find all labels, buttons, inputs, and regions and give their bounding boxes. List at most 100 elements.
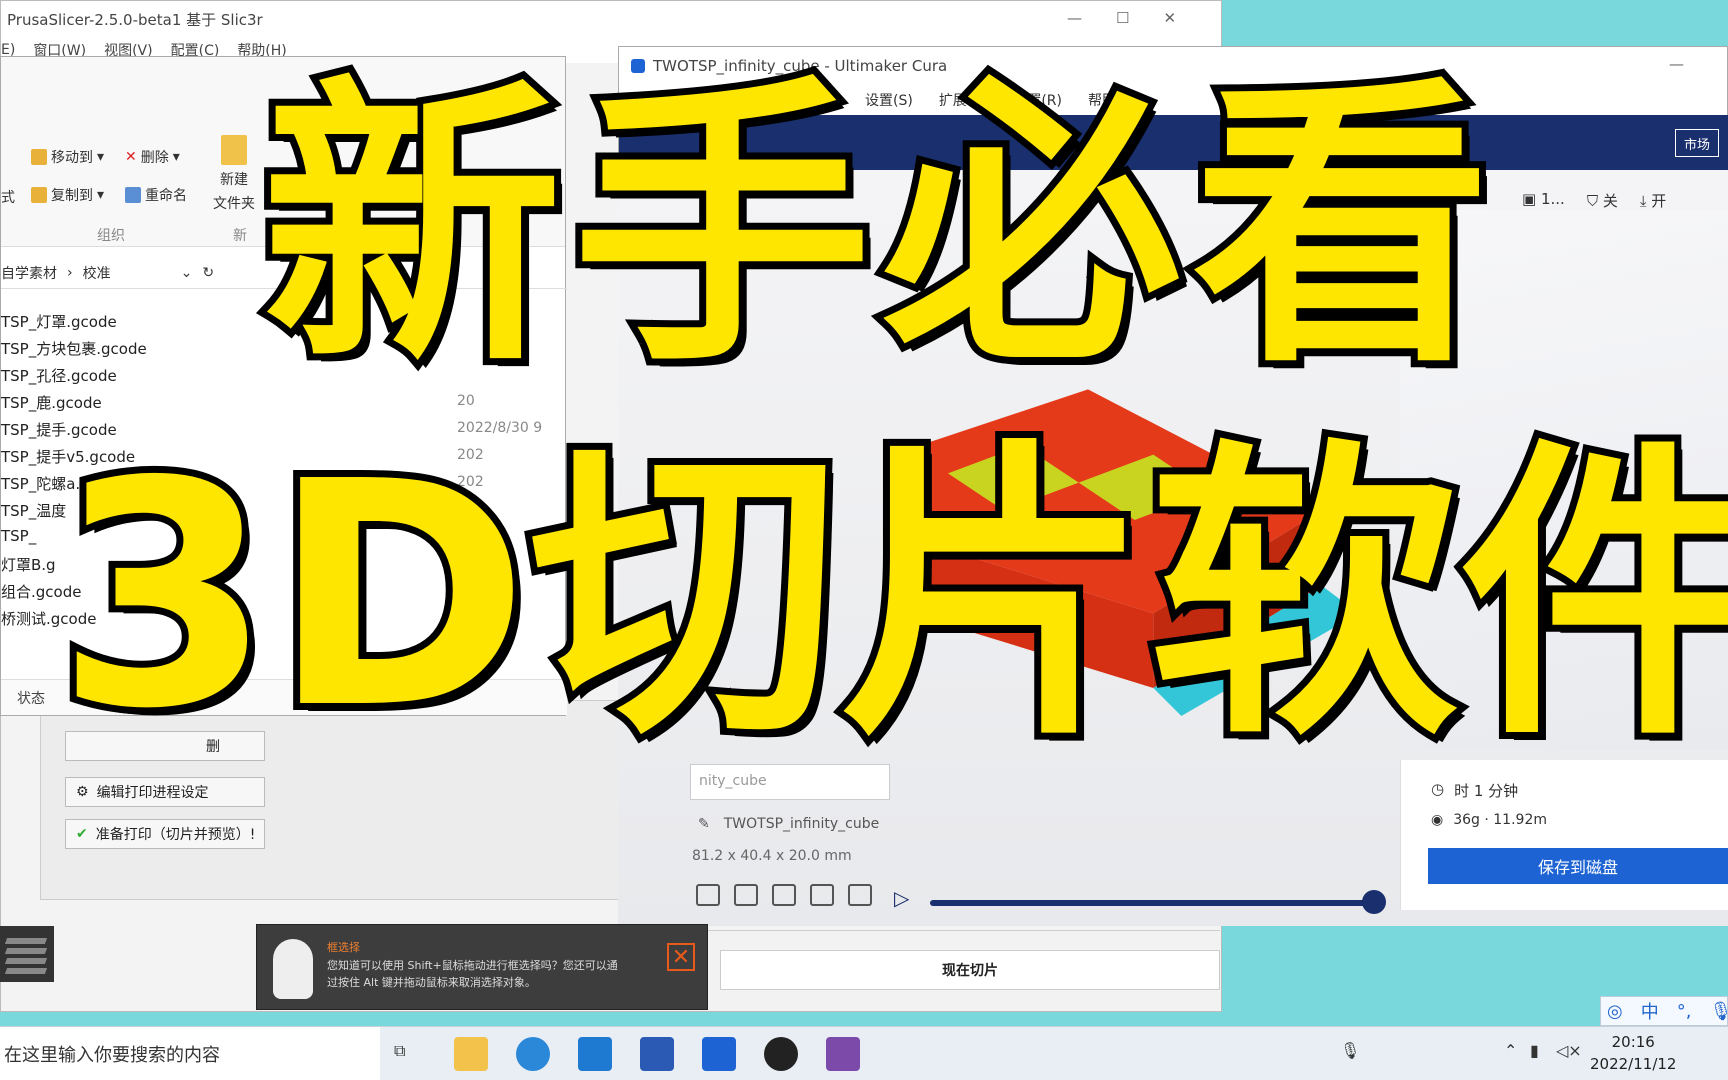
breadcrumb-item[interactable]: 校准 (83, 263, 111, 283)
print-time-row: ◷ 时 1 分钟 (1431, 780, 1518, 801)
material-estimate: 36g · 11.92m (1453, 812, 1547, 828)
group-new-label: 新 (233, 228, 247, 244)
right-view-icon[interactable] (848, 884, 872, 906)
ime-toolbar[interactable]: ◎ 中 °, 🎙 (1600, 996, 1728, 1026)
ribbon-left-stub: 式 (1, 190, 15, 206)
cura-taskbar-icon[interactable] (702, 1037, 736, 1071)
prusaslicer-taskbar-icon[interactable] (764, 1037, 798, 1071)
support-icon[interactable]: ▣ 1... (1522, 190, 1565, 211)
search-placeholder: 在这里输入你要搜索的内容 (4, 1045, 220, 1066)
refresh-icon[interactable]: ↻ (202, 265, 214, 281)
close-icon[interactable]: ✕ (667, 943, 695, 971)
gears-icon: ⚙ (76, 784, 89, 800)
checkmark-icon: ✔ (76, 826, 88, 842)
adhesion-icon[interactable]: ⛉ 关 (1587, 190, 1618, 211)
clock-date: 2022/11/12 (1590, 1055, 1677, 1073)
play-icon[interactable]: ▷ (894, 886, 909, 910)
file-list-item[interactable]: TSP_灯罩.gcode (1, 311, 117, 332)
job-name-row: ✎ TWOTSP_infinity_cube (698, 816, 879, 832)
save-to-disk-button[interactable]: 保存到磁盘 (1428, 848, 1728, 884)
headline-line-2: 3D切片软件 (49, 416, 1728, 777)
breadcrumb-item[interactable]: 自学素材 (1, 263, 57, 283)
marketplace-button[interactable]: 市场 (1675, 129, 1719, 157)
clippy-icon (273, 939, 313, 999)
chevron-right-icon: › (67, 264, 73, 281)
edge-taskbar-icon[interactable] (516, 1037, 550, 1071)
folder-move-icon (31, 149, 47, 165)
spool-icon: ◉ (1431, 812, 1444, 828)
ime-mode[interactable]: 中 (1641, 998, 1659, 1024)
clock-icon: ◷ (1431, 780, 1445, 798)
layers-icon[interactable] (0, 926, 54, 982)
cura-window-controls: — (1669, 55, 1684, 73)
clock-time: 20:16 (1611, 1033, 1655, 1051)
rename-label: 重命名 (145, 188, 187, 204)
taskbar: 在这里输入你要搜索的内容 ⧉ 🎙 ⌃ ▮ ◁× 20:16 2022/11/12 (0, 1026, 1728, 1080)
model-dimensions: 81.2 x 40.4 x 20.0 mm (692, 848, 852, 864)
download-icon[interactable]: ⤓ 开 (1640, 190, 1666, 211)
close-icon[interactable]: ✕ (1163, 9, 1176, 27)
move-to-button[interactable]: 移动到 ▾ (31, 147, 104, 167)
file-list-item[interactable]: TSP_孔径.gcode (1, 365, 117, 386)
slice-now-label: 现在切片 (942, 963, 998, 979)
prusa-title: PrusaSlicer-2.5.0-beta1 基于 Slic3r (7, 10, 263, 29)
folder-copy-icon (31, 187, 47, 203)
left-view-icon[interactable] (810, 884, 834, 906)
ime-mic-icon[interactable]: 🎙 (1709, 1001, 1728, 1022)
minimize-icon[interactable]: — (1669, 55, 1684, 73)
minimize-icon[interactable]: — (1067, 9, 1082, 27)
rename-button[interactable]: 重命名 (125, 185, 187, 205)
layer-slider-handle[interactable] (1362, 890, 1386, 914)
delete-file-button[interactable]: ✕ 删除 ▾ (125, 147, 180, 167)
delete-label: 删除 (140, 150, 169, 166)
copy-to-button[interactable]: 复制到 ▾ (31, 185, 104, 205)
chevron-up-icon[interactable]: ⌃ (1504, 1041, 1517, 1060)
voice-icon[interactable]: 🎙 (1340, 1041, 1360, 1060)
slice-and-preview-button[interactable]: ✔ 准备打印（切片并预览）! (65, 819, 265, 849)
support-label: 1... (1540, 190, 1565, 208)
job-name-text: TWOTSP_infinity_cube (723, 816, 880, 832)
edit-print-settings-button[interactable]: ⚙ 编辑打印进程设定 (65, 777, 265, 807)
3d-view-icon[interactable] (696, 884, 720, 906)
app-taskbar-icon[interactable] (826, 1037, 860, 1071)
prusa-titlebar: PrusaSlicer-2.5.0-beta1 基于 Slic3r (1, 1, 1221, 37)
ime-punctuation-icon[interactable]: °, (1677, 1001, 1692, 1022)
material-row: ◉ 36g · 11.92m (1431, 812, 1547, 828)
file-explorer-taskbar-icon[interactable] (454, 1037, 488, 1071)
file-list-item[interactable]: 灯罩B.g (1, 554, 56, 575)
slice-and-preview-label: 准备打印（切片并预览）! (95, 827, 256, 843)
status-text: 状态 (17, 691, 45, 707)
hint-popup: 框选择 您知道可以使用 Shift+鼠标拖动进行框选择吗？您还可以通过按住 Al… (256, 924, 708, 1010)
adhesion-label: 关 (1602, 192, 1618, 210)
print-estimate-panel: ◷ 时 1 分钟 ◉ 36g · 11.92m (1400, 760, 1728, 910)
layer-slider-track[interactable] (930, 900, 1374, 906)
top-view-icon[interactable] (772, 884, 796, 906)
file-list-item[interactable]: TSP_ (1, 527, 36, 545)
photos-taskbar-icon[interactable] (578, 1037, 612, 1071)
task-view-icon[interactable]: ⧉ (394, 1041, 405, 1061)
file-list-item[interactable]: TSP_方块包裹.gcode (1, 338, 147, 359)
new-folder-button[interactable]: 新建 文件夹 (213, 135, 255, 213)
delete-x-icon: ✕ (125, 149, 137, 165)
taskbar-search-box[interactable]: 在这里输入你要搜索的内容 (0, 1027, 380, 1080)
slice-now-button[interactable]: 现在切片 (720, 950, 1220, 990)
new-label: 新建 (220, 172, 248, 188)
marketplace-label: 市场 (1683, 137, 1710, 153)
volume-icon[interactable]: ◁× (1556, 1041, 1582, 1060)
file-list-item[interactable]: TSP_鹿.gcode (1, 392, 102, 413)
taskbar-clock[interactable]: 20:16 2022/11/12 (1590, 1031, 1676, 1075)
edit-print-settings-label: 编辑打印进程设定 (96, 785, 209, 801)
rename-icon (125, 187, 141, 203)
hint-body: 您知道可以使用 Shift+鼠标拖动进行框选择吗？您还可以通过按住 Alt 键并… (327, 959, 618, 989)
pencil-icon[interactable]: ✎ (698, 816, 710, 832)
chevron-down-icon[interactable]: ⌄ (181, 265, 193, 281)
word-taskbar-icon[interactable] (640, 1037, 674, 1071)
maximize-icon[interactable]: ☐ (1116, 9, 1129, 27)
group-organize-label: 组织 (97, 228, 125, 244)
front-view-icon[interactable] (734, 884, 758, 906)
battery-icon[interactable]: ▮ (1530, 1041, 1539, 1060)
download-label: 开 (1651, 192, 1667, 210)
ime-logo-icon: ◎ (1607, 1000, 1623, 1022)
headline-line-1: 新手必看 (255, 53, 1502, 402)
copy-to-label: 复制到 (51, 188, 93, 204)
